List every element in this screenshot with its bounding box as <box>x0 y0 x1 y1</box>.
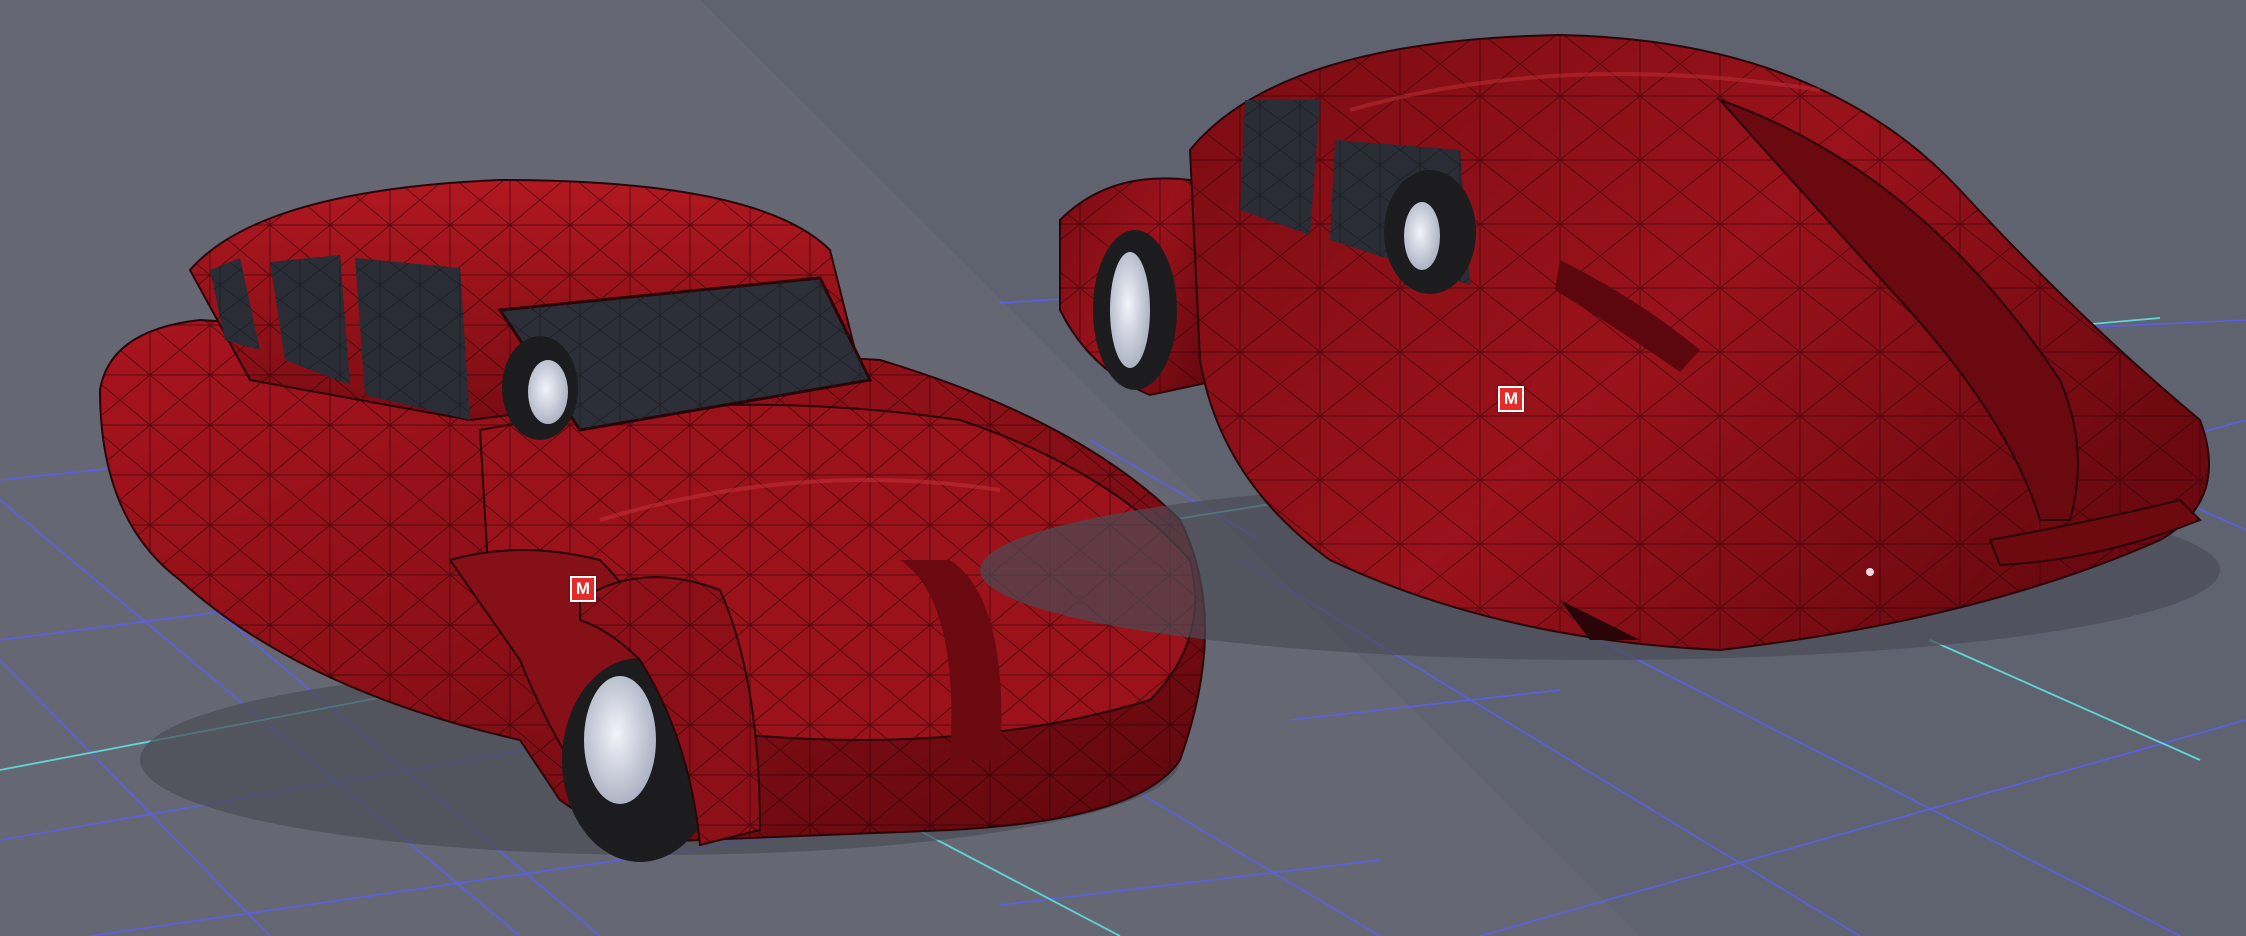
object-marker-right[interactable]: M <box>1498 386 1524 412</box>
3d-viewport[interactable]: M M <box>0 0 2246 936</box>
object-marker-left[interactable]: M <box>570 576 596 602</box>
front-rim <box>584 676 656 804</box>
scene-canvas[interactable] <box>0 0 2246 936</box>
